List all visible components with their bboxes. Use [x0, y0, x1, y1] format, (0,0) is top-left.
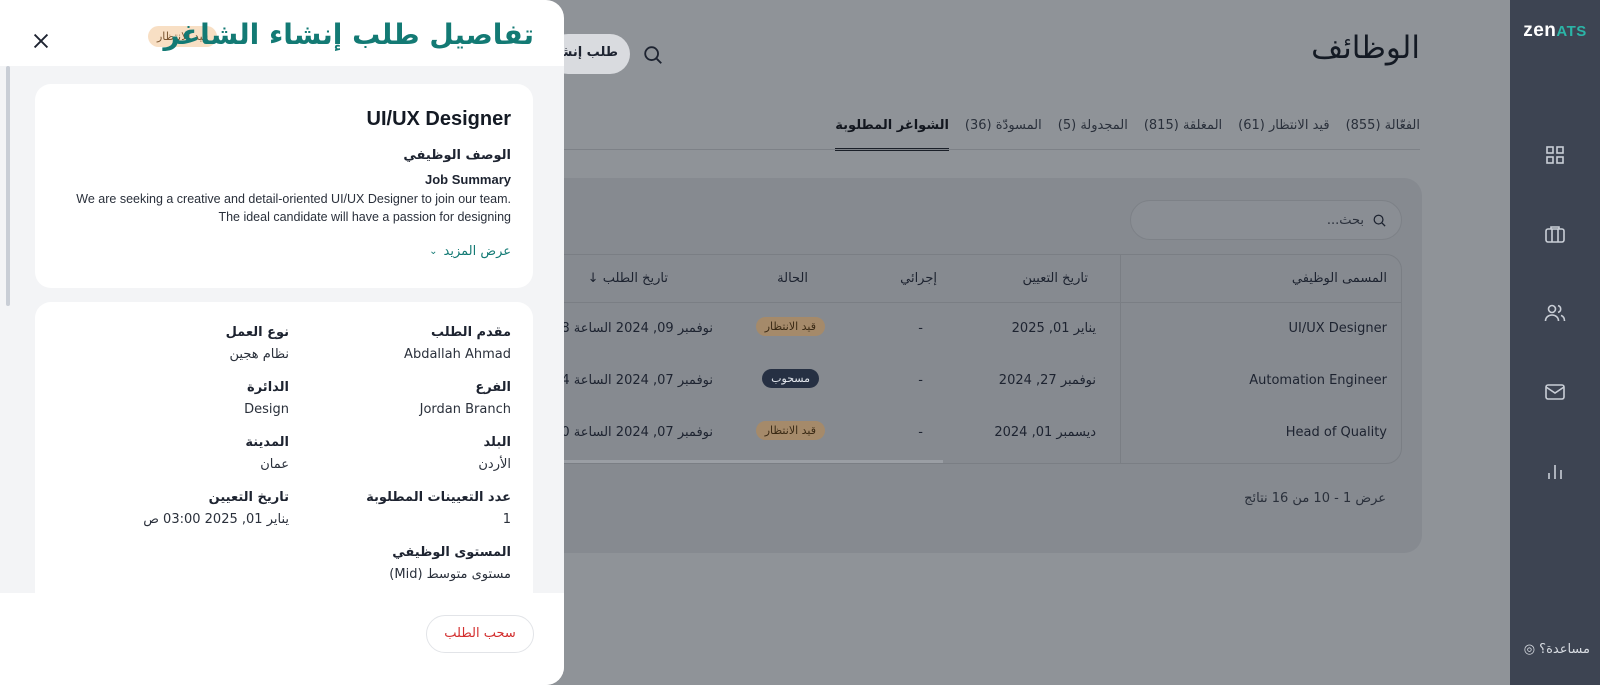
country-value: الأردن [478, 457, 511, 472]
lifebuoy-icon: ◎ [1523, 642, 1536, 657]
department-label: الدائرة [247, 380, 289, 395]
hire-date-label: تاريخ التعيين [208, 490, 289, 505]
branch-value: Jordan Branch [419, 402, 511, 417]
tab-requested-vacancies[interactable]: الشواغر المطلوبة [835, 118, 949, 151]
work-type-value: نظام هجين [229, 347, 290, 362]
requester-label: مقدم الطلب [430, 325, 511, 340]
tabs-divider [535, 149, 1420, 150]
drawer-footer: سحب الطلب [0, 593, 564, 685]
search-placeholder: بحث... [1326, 212, 1364, 228]
tab-active[interactable]: الفعّالة (855) [1346, 118, 1420, 151]
status-tabs: الفعّالة (855) قيد الانتظار (61) المغلقة… [835, 118, 1420, 151]
cell-hire-date: نوفمبر 27, 2024 [998, 373, 1096, 388]
cell-job-title: Head of Quality [1285, 425, 1387, 440]
openings-value: 1 [502, 512, 511, 527]
vacancy-request-drawer: قيد الانتظار تفاصيل طلب إنشاء الشاغر UI/… [0, 0, 564, 685]
country-label: البلد [483, 435, 511, 450]
summary-heading: Job Summary [425, 172, 511, 187]
cell-action[interactable]: - [918, 373, 923, 388]
requester-value: Abdallah Ahmad [404, 347, 511, 362]
cell-job-title: UI/UX Designer [1288, 321, 1387, 336]
tab-drafts[interactable]: المسودّة (36) [965, 118, 1042, 151]
grid-icon[interactable] [1543, 143, 1567, 167]
table-header: المسمى الوظيفي تاريخ التعيين إجرائي الحا… [523, 255, 1401, 303]
header-request-date[interactable]: تاريخ الطلب ↓ [588, 271, 668, 286]
hire-date-value: يناير 01, 2025 03:00 ص [143, 512, 289, 527]
drawer-scrollbar[interactable] [6, 66, 10, 306]
sort-arrow-icon[interactable]: ↓ [588, 271, 599, 286]
tab-scheduled[interactable]: المجدولة (5) [1058, 118, 1128, 151]
header-action[interactable]: إجرائي [900, 271, 937, 286]
app-logo[interactable]: zenATS [1510, 20, 1600, 42]
vacancies-table: المسمى الوظيفي تاريخ التعيين إجرائي الحا… [522, 254, 1402, 464]
header-hire-date[interactable]: تاريخ التعيين [1022, 271, 1088, 286]
openings-label: عدد التعيينات المطلوبة [366, 490, 511, 505]
briefcase-icon[interactable] [1543, 222, 1567, 246]
summary-text: We are seeking a creative and detail-ori… [76, 192, 511, 224]
branch-label: الفرع [475, 380, 511, 395]
users-icon[interactable] [1543, 301, 1567, 325]
header-job-title[interactable]: المسمى الوظيفي [1292, 271, 1387, 286]
tab-pending[interactable]: قيد الانتظار (61) [1238, 118, 1329, 151]
show-more-link[interactable]: عرض المزيد ⌄ [429, 244, 511, 259]
cell-hire-date: ديسمبر 01, 2024 [994, 425, 1096, 440]
job-description-card: UI/UX Designer الوصف الوظيفي Job Summary… [35, 84, 533, 288]
cell-job-title: Automation Engineer [1249, 373, 1387, 388]
request-details-card: مقدم الطلب Abdallah Ahmad نوع العمل نظام… [35, 302, 533, 593]
status-badge: قيد الانتظار [755, 317, 825, 336]
tab-closed[interactable]: المغلقة (815) [1144, 118, 1222, 151]
department-value: Design [244, 402, 289, 417]
search-input[interactable]: بحث... [1130, 200, 1402, 240]
job-title: UI/UX Designer [366, 108, 511, 130]
table-row[interactable]: UI/UX Designer يناير 01, 2025 - قيد الان… [523, 303, 1401, 355]
chart-icon[interactable] [1543, 459, 1567, 483]
header-status[interactable]: الحالة [777, 271, 808, 286]
table-row[interactable]: Head of Quality ديسمبر 01, 2024 - قيد ال… [523, 407, 1401, 459]
job-level-label: المستوى الوظيفي [392, 545, 511, 560]
close-icon[interactable] [30, 30, 52, 52]
withdraw-request-button[interactable]: سحب الطلب [426, 615, 534, 653]
table-scrollbar[interactable] [523, 460, 943, 463]
table-row[interactable]: Automation Engineer نوفمبر 27, 2024 - مس… [523, 355, 1401, 407]
page-title: الوظائف [1311, 30, 1420, 66]
search-icon [1373, 214, 1386, 227]
city-value: عمان [260, 457, 289, 472]
city-label: المدينة [245, 435, 289, 450]
drawer-title: تفاصيل طلب إنشاء الشاغر [163, 18, 534, 51]
cell-hire-date: يناير 01, 2025 [1011, 321, 1096, 336]
status-badge: مسحوب [762, 369, 819, 388]
mail-icon[interactable] [1543, 380, 1567, 404]
status-badge: قيد الانتظار [755, 421, 825, 440]
drawer-body[interactable]: UI/UX Designer الوصف الوظيفي Job Summary… [0, 66, 564, 593]
cell-action[interactable]: - [918, 321, 923, 336]
help-link[interactable]: مساعدة؟ ◎ [1524, 642, 1590, 657]
cell-action[interactable]: - [918, 425, 923, 440]
job-level-value: مستوى متوسط (Mid) [389, 567, 511, 582]
chevron-down-icon: ⌄ [429, 246, 438, 257]
pagination-summary: عرض 1 - 10 من 16 نتائج [1244, 491, 1386, 506]
description-label: الوصف الوظيفي [403, 148, 511, 163]
work-type-label: نوع العمل [225, 325, 289, 340]
main-sidebar: zenATS مساعدة؟ ◎ [1510, 0, 1600, 685]
search-icon[interactable] [642, 44, 664, 66]
